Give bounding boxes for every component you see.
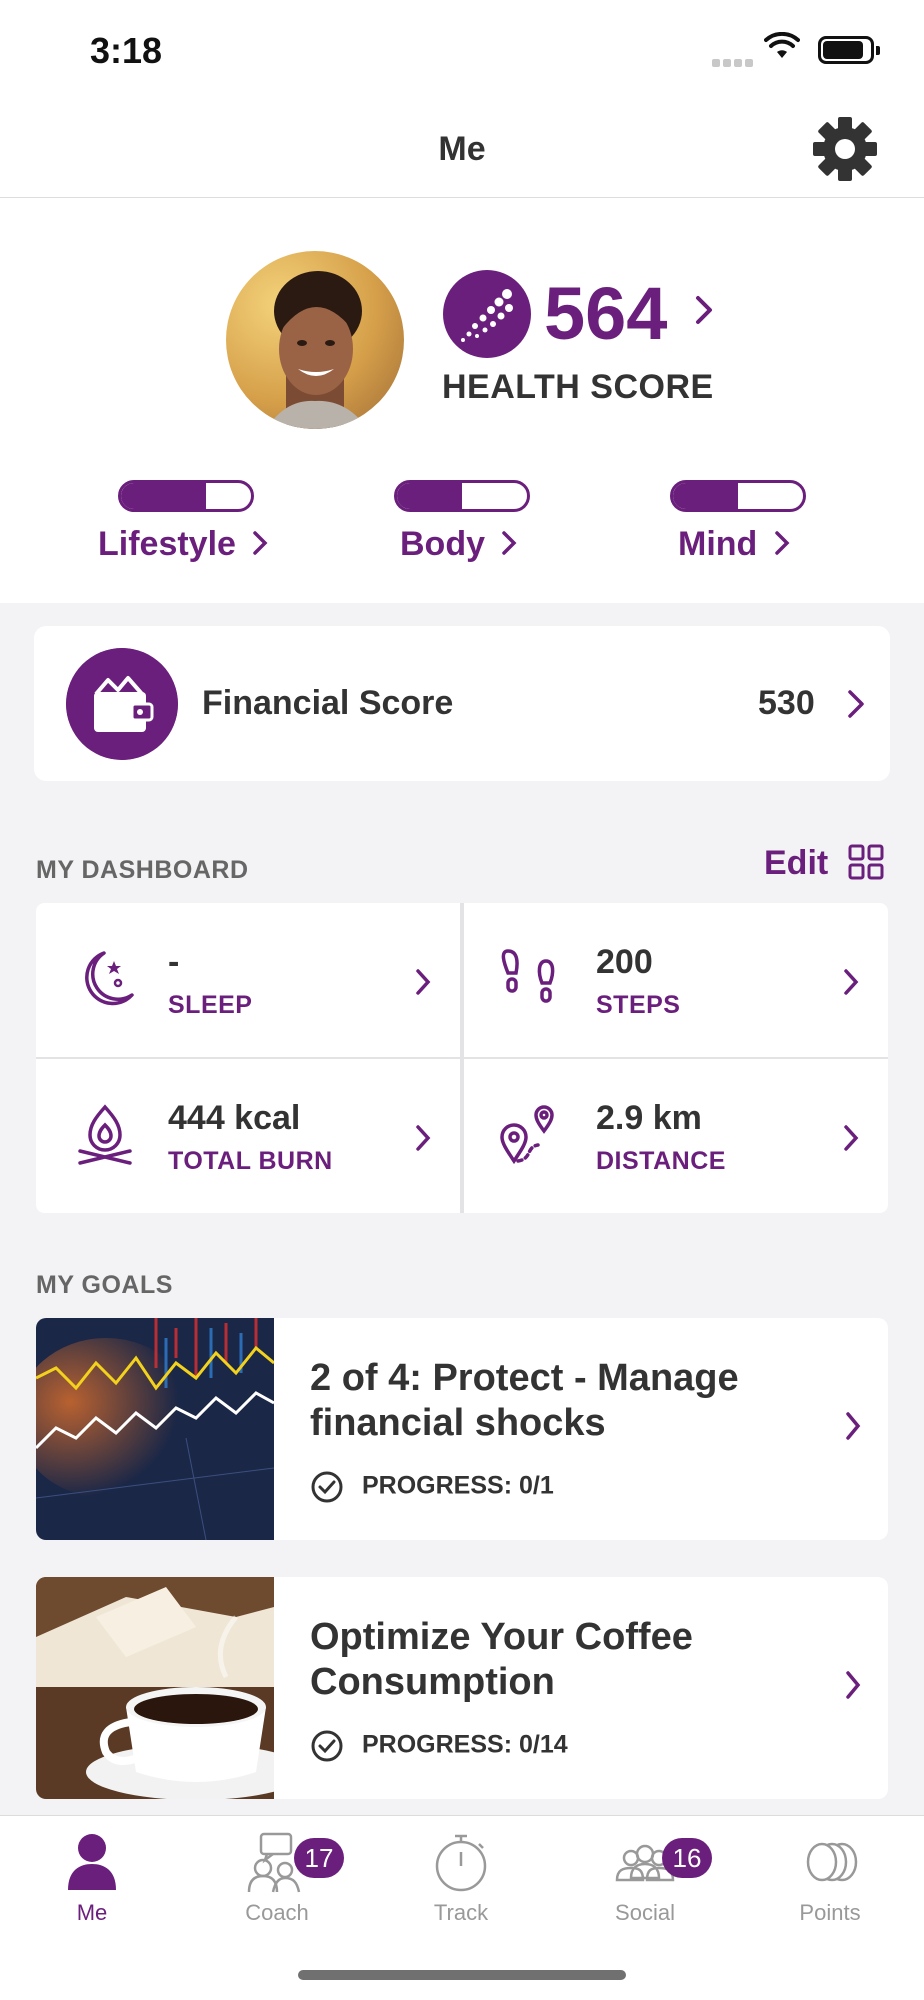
tab-me-label: Me: [76, 1900, 108, 1925]
body-progress-bar: [394, 480, 530, 512]
chevron-right-icon: [775, 531, 790, 555]
distance-value: 2.9 km: [596, 1099, 702, 1137]
chevron-right-icon: [844, 1125, 859, 1151]
sleep-value: -: [168, 943, 180, 981]
coins-icon: [806, 1842, 858, 1882]
tab-coach-label: Coach: [245, 1900, 309, 1925]
chevron-right-icon: [846, 1412, 861, 1440]
lifestyle-label: Lifestyle: [98, 525, 236, 563]
check-circle-icon: [311, 1730, 343, 1762]
chevron-right-icon: [416, 1125, 431, 1151]
tab-coach[interactable]: Coach 17: [202, 1830, 352, 1926]
tab-me[interactable]: Me: [17, 1830, 167, 1926]
battery-icon: [818, 36, 880, 64]
tab-points[interactable]: Points: [755, 1830, 905, 1926]
check-circle-icon: [311, 1471, 343, 1503]
goal-card[interactable]: Optimize Your Coffee Consumption PROGRES…: [36, 1577, 888, 1799]
tab-social[interactable]: Social 16: [570, 1830, 720, 1926]
chevron-right-icon: [253, 531, 268, 555]
goal-title: 2 of 4: Protect - Manage financial shock…: [310, 1357, 739, 1444]
goal-card[interactable]: 2 of 4: Protect - Manage financial shock…: [36, 1318, 888, 1540]
footprints-icon: [501, 949, 555, 1003]
health-header: 564 HEALTH SCORE Lifestyle Body Mind: [0, 198, 924, 603]
stopwatch-icon: [435, 1834, 487, 1892]
steps-label: STEPS: [596, 991, 681, 1019]
cellular-signal-icon: [712, 54, 756, 72]
notification-badge: 16: [662, 1838, 712, 1878]
goal-progress: PROGRESS: 0/1: [310, 1470, 554, 1504]
tab-social-label: Social: [615, 1900, 675, 1925]
distance-label: DISTANCE: [596, 1147, 726, 1175]
avatar[interactable]: [226, 251, 404, 429]
chevron-right-icon: [502, 531, 517, 555]
lifestyle-progress-bar: [118, 480, 254, 512]
status-time: 3:18: [90, 30, 163, 71]
person-icon: [68, 1834, 116, 1890]
tab-points-label: Points: [799, 1900, 861, 1925]
steps-value: 200: [596, 943, 653, 981]
tab-track[interactable]: Track: [386, 1830, 536, 1926]
home-indicator: [298, 1970, 626, 1980]
dashboard-tile-sleep[interactable]: - SLEEP: [36, 903, 460, 1057]
route-pin-icon: [500, 1105, 554, 1165]
goal-image-stock-chart: [36, 1318, 274, 1540]
chevron-right-icon: [416, 969, 431, 995]
health-score-label: HEALTH SCORE: [442, 368, 714, 406]
grid-icon[interactable]: [848, 844, 884, 880]
chevron-right-icon[interactable]: [694, 294, 714, 326]
financial-score-label: Financial Score: [202, 684, 454, 722]
dashboard-tile-steps[interactable]: 200 STEPS: [464, 903, 888, 1057]
chevron-right-icon: [846, 1671, 861, 1699]
financial-score-value: 530: [758, 684, 815, 722]
flame-icon: [78, 1104, 132, 1165]
dashboard-tile-distance[interactable]: 2.9 km DISTANCE: [464, 1059, 888, 1213]
health-score-icon: [443, 270, 531, 358]
status-bar: 3:18: [0, 0, 924, 100]
body-label: Body: [400, 525, 485, 563]
chevron-right-icon: [848, 690, 864, 718]
dashboard-grid: - SLEEP 200 STEPS 444 kcal TOTAL BURN 2.…: [36, 903, 888, 1213]
gear-icon[interactable]: [810, 114, 880, 184]
navigation-bar: Me: [0, 100, 924, 198]
page-title: Me: [438, 130, 486, 168]
total-burn-value: 444 kcal: [168, 1099, 301, 1137]
goal-image-coffee: [36, 1577, 274, 1799]
goal-progress-text: PROGRESS: 0/14: [362, 1730, 568, 1759]
chevron-right-icon: [844, 969, 859, 995]
financial-score-card[interactable]: Financial Score 530: [34, 626, 890, 781]
dashboard-section-title: MY DASHBOARD: [36, 856, 249, 884]
wallet-icon: [66, 648, 178, 760]
tab-track-label: Track: [433, 1900, 489, 1925]
wifi-icon: [764, 32, 800, 58]
notification-badge: 17: [294, 1838, 344, 1878]
goals-section-title: MY GOALS: [36, 1271, 173, 1299]
goal-progress: PROGRESS: 0/14: [310, 1729, 568, 1763]
edit-dashboard-button[interactable]: Edit: [764, 844, 828, 883]
goal-title: Optimize Your Coffee Consumption: [310, 1616, 693, 1703]
dashboard-tile-total-burn[interactable]: 444 kcal TOTAL BURN: [36, 1059, 460, 1213]
mind-progress-bar: [670, 480, 806, 512]
total-burn-label: TOTAL BURN: [168, 1147, 333, 1175]
goal-progress-text: PROGRESS: 0/1: [362, 1471, 554, 1500]
health-score-value[interactable]: 564: [544, 270, 667, 358]
moon-icon: [85, 951, 134, 1006]
mind-label: Mind: [678, 525, 758, 563]
sleep-label: SLEEP: [168, 991, 253, 1019]
